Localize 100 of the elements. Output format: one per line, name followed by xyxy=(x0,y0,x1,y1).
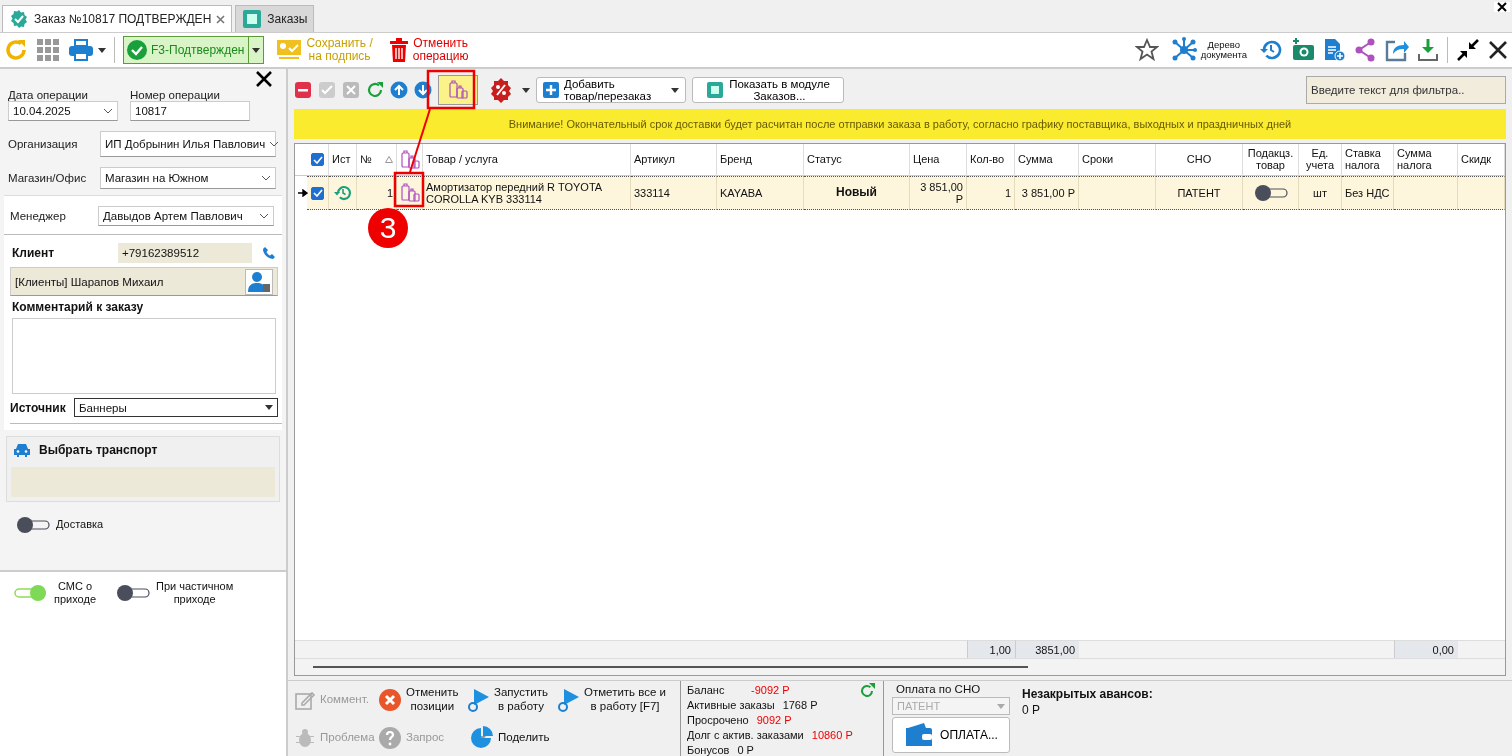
toggle-switch[interactable] xyxy=(116,584,150,603)
bottles-icon xyxy=(448,80,468,100)
column-header[interactable]: Сроки xyxy=(1082,153,1114,166)
payment-button[interactable]: ОПЛАТА... xyxy=(892,717,1010,753)
close-icon[interactable] xyxy=(1497,2,1507,12)
transport-field[interactable] xyxy=(11,467,275,497)
balance-value: -9092 Р xyxy=(751,684,790,696)
table-cell: 333114 xyxy=(634,186,670,200)
column-header[interactable]: Кол-во xyxy=(970,153,1005,166)
total-cell: 3851,00 xyxy=(1015,640,1079,658)
star-icon[interactable] xyxy=(1134,38,1159,62)
cancel-operation-button[interactable]: Отменить операцию xyxy=(384,36,473,64)
toggle-label: При частичном приходе xyxy=(156,580,234,607)
trash-icon xyxy=(388,38,409,62)
status-dropdown[interactable]: F3-Подтвержден xyxy=(123,36,265,64)
products-button[interactable] xyxy=(438,75,478,105)
toggle-switch[interactable] xyxy=(14,584,48,603)
history-icon[interactable] xyxy=(1259,38,1283,62)
document-tree-button[interactable]: Дерево документа xyxy=(1166,37,1251,63)
filter-field[interactable]: Введите текст для фильтра.. xyxy=(1306,76,1506,104)
column-header[interactable]: Ед. учета xyxy=(1306,147,1334,172)
chevron-icon xyxy=(259,213,269,219)
remove-icon[interactable] xyxy=(294,81,312,99)
column-header[interactable]: Товар / услуга xyxy=(426,153,498,166)
balance-label: Просрочено xyxy=(687,714,749,726)
balance-label: Баланс xyxy=(687,684,726,696)
document-add-icon[interactable] xyxy=(1323,38,1345,62)
scrollbar[interactable] xyxy=(313,666,1028,668)
column-header[interactable]: Артикул xyxy=(634,153,675,166)
total-cell: 1,00 xyxy=(967,640,1015,658)
tab[interactable]: Заказ №10817 ПОДТВЕРЖДЕН xyxy=(2,5,233,32)
close-icon[interactable] xyxy=(1488,40,1508,60)
manager-select[interactable]: Давыдов Артем Павлович xyxy=(98,206,274,226)
column-header[interactable]: Подакцз. товар xyxy=(1247,147,1294,172)
check-icon xyxy=(312,155,323,164)
refresh-icon[interactable] xyxy=(859,683,875,699)
field-label: Комментарий к заказу xyxy=(11,300,145,314)
date-field[interactable]: 10.04.2025 xyxy=(8,101,118,121)
column-header[interactable]: Статус xyxy=(807,153,842,166)
column-header[interactable]: Сумма xyxy=(1018,153,1053,166)
choose-transport-link[interactable]: Выбрать транспорт xyxy=(39,443,158,457)
wallet-icon xyxy=(904,722,935,748)
column-header[interactable]: СНО xyxy=(1186,153,1212,166)
table-cell: 3 851,00 Р xyxy=(920,180,963,206)
comment-field[interactable] xyxy=(12,318,276,394)
history-icon xyxy=(333,184,352,202)
column-header[interactable]: Сумма налога xyxy=(1397,147,1432,172)
organization-select[interactable]: ИП Добрынин Илья Павлович xyxy=(100,131,276,157)
toggle-label: СМС о приходе xyxy=(54,580,96,607)
phone-icon[interactable] xyxy=(262,246,276,260)
advances-value: 0 Р xyxy=(1022,703,1041,717)
table-cell: Без НДС xyxy=(1345,186,1390,200)
number-field[interactable]: 10817 xyxy=(130,101,250,121)
field-label: Незакрытых авансов: xyxy=(1022,687,1153,701)
refresh-icon[interactable] xyxy=(366,81,384,99)
show-in-orders-button[interactable]: Показать в модуле Заказов... xyxy=(692,77,844,103)
grid-icon[interactable] xyxy=(36,38,60,62)
column-header[interactable]: Скидк xyxy=(1461,153,1492,166)
highlight-frame xyxy=(426,69,476,110)
highlight-frame xyxy=(393,171,425,208)
download-icon[interactable] xyxy=(1417,38,1439,62)
column-header[interactable]: Цена xyxy=(913,153,940,166)
collapse-icon[interactable] xyxy=(1456,38,1480,62)
bug-icon xyxy=(294,727,316,749)
column-header[interactable]: Бренд xyxy=(720,153,752,166)
toggle-switch[interactable] xyxy=(1253,184,1288,202)
action-button[interactable]: Отменить позиции xyxy=(376,681,466,719)
discount-icon[interactable] xyxy=(488,77,514,103)
arrow-up-icon[interactable] xyxy=(390,81,408,99)
sort-icon xyxy=(385,156,393,163)
arrow-down-icon[interactable] xyxy=(414,81,432,99)
table-row[interactable]: 1 Амортизатор передний R TOYOTA COROLLA KYB 333114 333114 KAYABA Новый 3 851,00 Р 1 3 851,00 Р ПАТЕНТ шт Без НДС xyxy=(295,176,1505,210)
action-button[interactable]: Отметить все и в работу [F7] xyxy=(556,681,676,719)
signature-icon xyxy=(276,39,303,61)
checkbox[interactable] xyxy=(311,153,324,166)
table-cell: шт xyxy=(1313,186,1327,200)
action-button[interactable]: Поделить xyxy=(466,719,676,756)
column-header[interactable]: Ист xyxy=(332,153,351,166)
field-label: Менеджер xyxy=(10,210,67,222)
field-label: Дата операции xyxy=(8,89,89,101)
checkbox[interactable] xyxy=(311,186,324,200)
action-button[interactable]: Запустить в работу xyxy=(466,681,556,719)
column-header[interactable]: № xyxy=(360,153,372,166)
add-product-button[interactable]: Добавить товар/перезаказ xyxy=(536,77,686,103)
tab[interactable]: Заказы xyxy=(235,5,315,32)
toggle-switch[interactable] xyxy=(16,516,50,534)
play-gear-icon xyxy=(468,688,490,712)
client-field[interactable]: [Клиенты] Шарапов Михаил xyxy=(10,267,278,296)
balance-value: 0 Р xyxy=(737,744,754,756)
column-header[interactable]: Ставка налога xyxy=(1345,147,1381,172)
client-card-button[interactable] xyxy=(245,268,273,295)
camera-add-icon[interactable] xyxy=(1291,38,1315,62)
share-icon[interactable] xyxy=(1353,38,1377,62)
printer-icon[interactable] xyxy=(68,38,94,62)
close-panel-button[interactable] xyxy=(256,71,272,87)
export-icon[interactable] xyxy=(1385,38,1409,62)
toggle-label: Доставка xyxy=(56,518,104,532)
phone-field[interactable]: +79162389512 xyxy=(118,243,252,263)
store-select[interactable]: Магазин на Южном xyxy=(100,167,276,189)
source-select[interactable]: Баннеры xyxy=(74,398,278,417)
